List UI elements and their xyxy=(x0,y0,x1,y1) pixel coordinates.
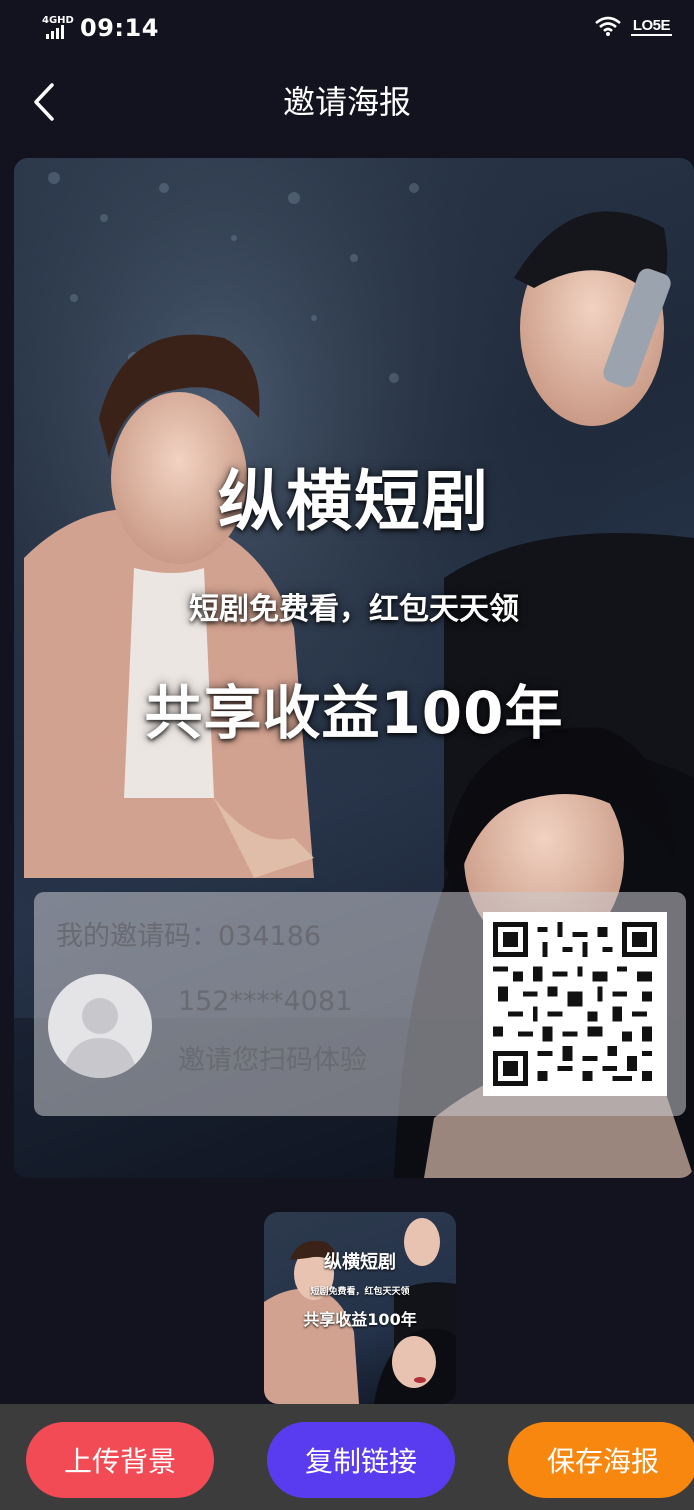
user-phone: 152****4081 xyxy=(178,986,353,1017)
status-bar: 4GHD 09:14 LO5E xyxy=(0,0,694,56)
wifi-icon xyxy=(594,16,621,36)
qr-code xyxy=(483,912,667,1096)
invite-hint: 邀请您扫码体验 xyxy=(178,1045,367,1076)
poster-tagline: 共享收益100年 xyxy=(144,679,564,747)
poster-subline: 短剧免费看，红包天天领 xyxy=(189,592,519,627)
status-badge: LO5E xyxy=(630,16,672,36)
poster-headline: 纵横短剧 xyxy=(218,463,490,540)
copy-link-button[interactable]: 复制链接 xyxy=(267,1422,455,1498)
thumbnail-headline: 纵横短剧 xyxy=(324,1252,396,1273)
poster-thumbnail[interactable]: 纵横短剧 短剧免费看，红包天天领 共享收益100年 xyxy=(264,1212,456,1404)
qr-code-icon xyxy=(493,922,657,1086)
page-title: 邀请海报 xyxy=(282,83,411,121)
avatar xyxy=(48,974,152,1078)
invite-card: 我的邀请码：034186 152****4081 邀请您扫码体验 xyxy=(34,892,686,1116)
upload-background-button[interactable]: 上传背景 xyxy=(26,1422,214,1498)
thumbnail-tagline: 共享收益100年 xyxy=(303,1310,417,1329)
status-left: 4GHD 09:14 xyxy=(42,14,159,42)
thumbnail-subline: 短剧免费看，红包天天领 xyxy=(310,1287,410,1297)
invite-code: 我的邀请码：034186 xyxy=(56,921,322,952)
action-bar: 上传背景 复制链接 保存海报 xyxy=(0,1404,694,1510)
nav-bar: 邀请海报 xyxy=(0,56,694,148)
status-right: LO5E xyxy=(594,16,672,36)
user-icon xyxy=(62,998,138,1078)
cellular-signal-icon: 4GHD xyxy=(42,15,74,41)
status-time: 09:14 xyxy=(80,14,159,42)
save-poster-button[interactable]: 保存海报 xyxy=(508,1422,694,1498)
poster-preview: 纵横短剧 短剧免费看，红包天天领 共享收益100年 我的邀请码：034186 1… xyxy=(14,158,694,1178)
